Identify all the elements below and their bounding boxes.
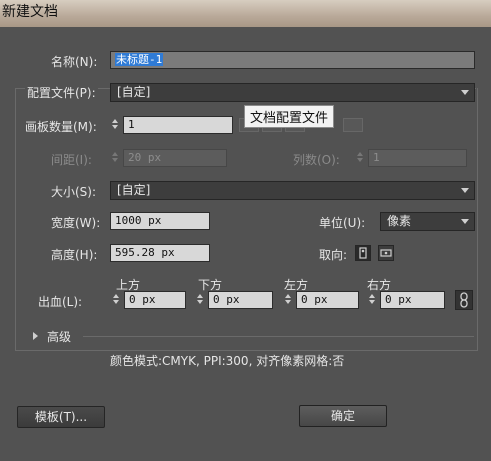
orientation-label: 取向: <box>319 248 348 262</box>
landscape-icon <box>380 249 392 257</box>
name-label: 名称(N): <box>51 55 98 69</box>
title-bar: 新建文档 <box>0 0 491 27</box>
advanced-label[interactable]: 高级 <box>47 328 71 345</box>
profile-value: [自定] <box>117 85 151 99</box>
artboard-count-label: 画板数量(M): <box>25 120 97 134</box>
window-title: 新建文档 <box>2 4 58 20</box>
bleed-left-stepper[interactable] <box>283 291 293 307</box>
landscape-orientation-button[interactable] <box>378 245 394 261</box>
artboard-count-input[interactable]: 1 <box>123 116 233 134</box>
profile-tooltip: 文档配置文件 <box>244 105 335 128</box>
bleed-top-input[interactable]: 0 px <box>124 291 186 309</box>
bleed-bottom-input[interactable]: 0 px <box>208 291 273 309</box>
templates-button[interactable]: 模板(T)... <box>17 406 105 428</box>
chevron-down-icon <box>461 188 469 193</box>
chevron-down-icon <box>461 90 469 95</box>
ok-button[interactable]: 确定 <box>299 405 387 427</box>
name-value: 未标题-1 <box>115 53 164 66</box>
columns-input[interactable]: 1 <box>368 149 467 167</box>
advanced-divider <box>83 336 474 337</box>
height-label: 高度(H): <box>51 248 98 262</box>
bleed-bottom-stepper[interactable] <box>195 291 205 307</box>
width-label: 宽度(W): <box>51 216 101 230</box>
size-label: 大小(S): <box>51 185 97 199</box>
spacing-label: 间距(I): <box>51 153 92 167</box>
bleed-top-stepper[interactable] <box>111 291 121 307</box>
columns-stepper[interactable] <box>355 149 365 165</box>
chevron-down-icon <box>461 219 469 224</box>
chain-link-icon <box>460 292 468 308</box>
spacing-input[interactable]: 20 px <box>123 149 227 167</box>
bleed-label: 出血(L): <box>38 295 83 309</box>
units-dropdown[interactable]: 像素 <box>380 212 475 231</box>
size-dropdown[interactable]: [自定] <box>110 181 475 200</box>
size-value: [自定] <box>117 183 151 197</box>
portrait-icon <box>359 247 367 259</box>
bleed-left-input[interactable]: 0 px <box>296 291 359 309</box>
portrait-orientation-button[interactable] <box>355 245 371 261</box>
bleed-right-input[interactable]: 0 px <box>380 291 445 309</box>
units-value: 像素 <box>387 214 412 228</box>
name-input[interactable]: 未标题-1 <box>110 51 475 69</box>
columns-label: 列数(O): <box>293 153 340 167</box>
profile-dropdown[interactable]: [自定] <box>110 83 475 102</box>
bleed-right-stepper[interactable] <box>367 291 377 307</box>
artboard-count-stepper[interactable] <box>110 116 120 132</box>
width-input[interactable]: 1000 px <box>110 212 210 230</box>
link-bleed-button[interactable] <box>455 290 473 310</box>
profile-label: 配置文件(P): <box>25 84 98 101</box>
height-input[interactable]: 595.28 px <box>110 244 210 262</box>
new-document-dialog: 名称(N): 未标题-1 配置文件(P): [自定] 画板数量(M): 1 文档… <box>0 27 491 461</box>
units-label: 单位(U): <box>319 216 366 230</box>
disclosure-triangle-icon[interactable] <box>33 332 38 340</box>
document-summary: 颜色模式:CMYK, PPI:300, 对齐像素网格:否 <box>110 354 345 368</box>
right-arrow-icon[interactable] <box>343 118 363 132</box>
spacing-stepper[interactable] <box>110 149 120 165</box>
